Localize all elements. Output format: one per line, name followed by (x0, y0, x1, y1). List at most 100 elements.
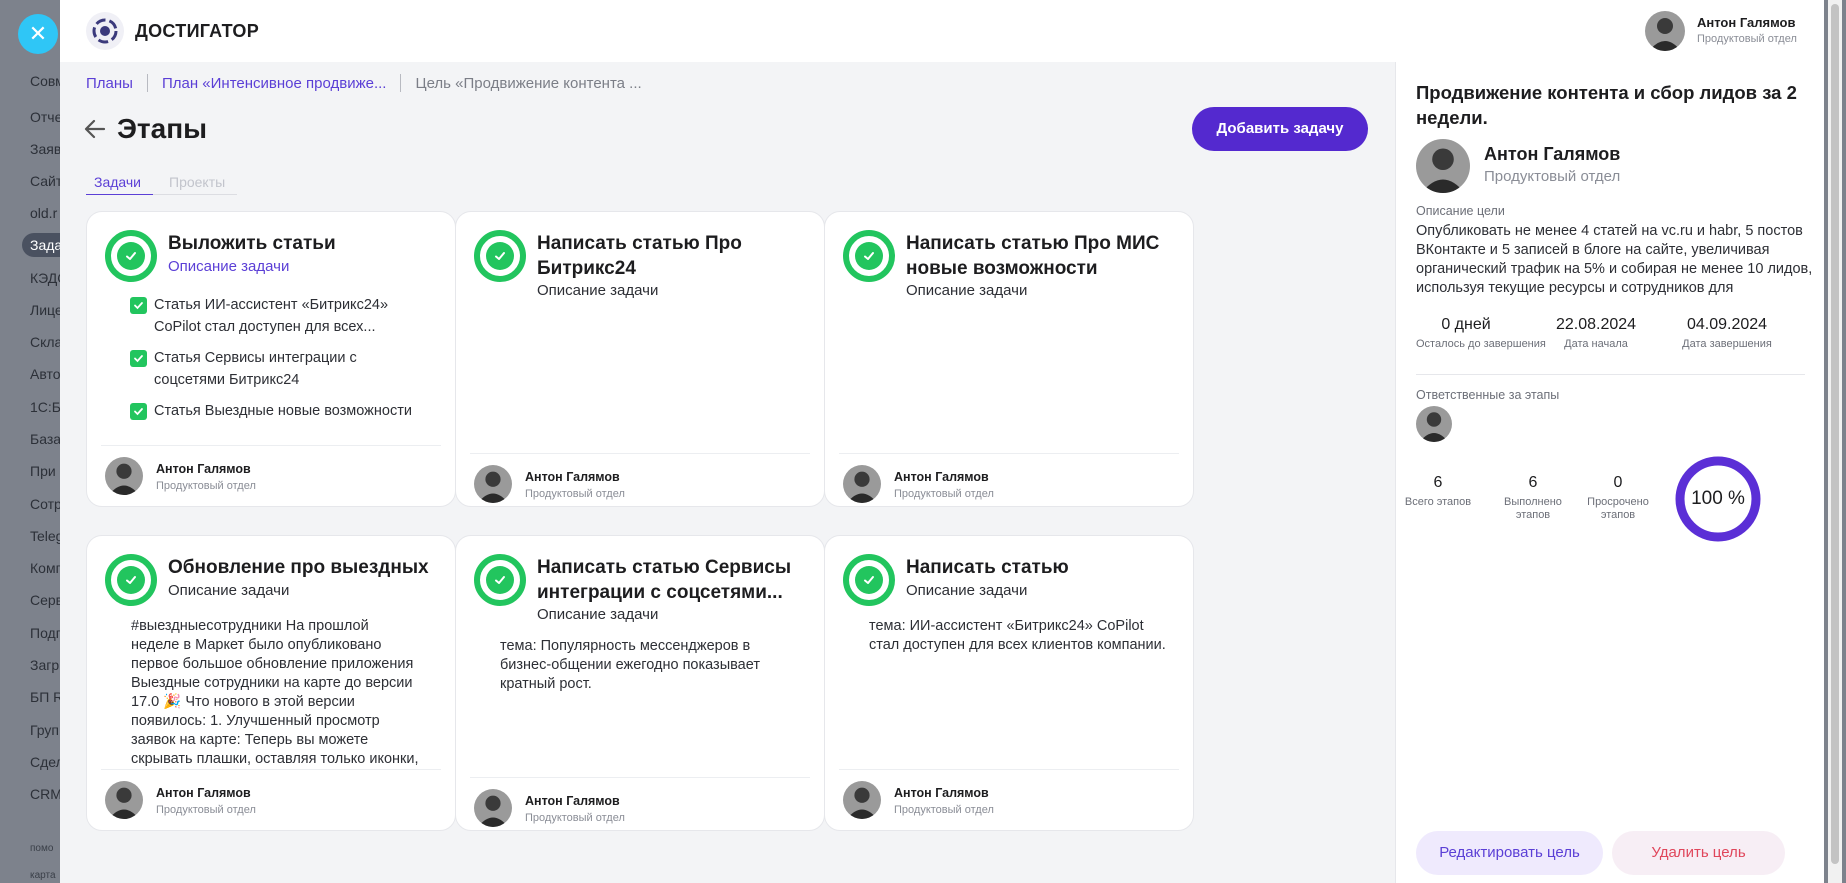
app-logo-icon (86, 12, 124, 50)
background-menu-item: БП R (30, 689, 60, 705)
card-description: Описание задачи (168, 582, 290, 599)
background-menu-item: База (30, 431, 60, 447)
card-title: Написать статью Про МИС новые возможност… (906, 233, 1160, 279)
card-body-text: тема: ИИ-ассистент «Битрикс24» CoPilot с… (869, 618, 1166, 653)
card-title: Написать статью Про Битрикс24 (537, 233, 742, 279)
avatar[interactable] (474, 789, 512, 827)
background-menu-item: Загр (30, 657, 60, 673)
stat-overdue-stages: 0 Просрочено этапов (1587, 474, 1649, 521)
app-title: ДОСТИГАТОР (135, 21, 260, 41)
goal-details-panel: Продвижение контента и сбор лидов за 2 н… (1395, 62, 1824, 883)
delete-goal-button[interactable]: Удалить цель (1612, 831, 1785, 875)
checkbox-checked-icon[interactable] (130, 297, 147, 314)
close-icon: ✕ (28, 21, 48, 46)
user-department: Продуктовый отдел (1697, 33, 1797, 45)
background-footer-item: карта (30, 870, 56, 881)
breadcrumb-plans[interactable]: Планы (86, 75, 133, 92)
card-user-dept: Продуктовый отдел (894, 804, 994, 816)
close-slider-button[interactable]: ✕ (18, 14, 58, 54)
status-done-icon (105, 230, 157, 282)
background-menu-item: Комп (30, 560, 60, 576)
avatar[interactable] (105, 457, 143, 495)
avatar[interactable] (843, 465, 881, 503)
task-card[interactable]: Обновление про выездных Описание задачи … (86, 535, 456, 831)
background-footer-item: помо (30, 843, 54, 854)
owner-dept: Продуктовый отдел (1484, 168, 1621, 185)
avatar[interactable] (474, 465, 512, 503)
background-menu-item: Совм (30, 73, 60, 89)
card-description: Описание задачи (906, 582, 1028, 599)
owner-avatar[interactable] (1416, 139, 1470, 193)
goal-title: Продвижение контента и сбор лидов за 2 н… (1416, 82, 1797, 128)
background-sidebar: Совм Отче Заяв Сайт old.r Зада КЭДО Лице… (0, 0, 60, 883)
card-title: Написать статью (906, 557, 1069, 578)
breadcrumb-separator (400, 74, 402, 92)
edit-goal-button[interactable]: Редактировать цель (1416, 831, 1603, 875)
page-title: Этапы (117, 113, 208, 144)
background-menu-item: Отче (30, 109, 60, 125)
breadcrumb-plan[interactable]: План «Интенсивное продвиже... (162, 75, 387, 92)
checklist-item[interactable]: Статья ИИ-ассистент «Битрикс24» CoPilot … (130, 294, 430, 338)
card-title: Обновление про выездных (168, 557, 429, 578)
avatar[interactable] (843, 781, 881, 819)
tab-tasks[interactable]: Задачи (86, 174, 154, 195)
status-done-icon (474, 230, 526, 282)
task-card[interactable]: Написать статью Про МИС новые возможност… (824, 211, 1194, 507)
stat-start-date: 22.08.2024 Дата начала (1555, 316, 1637, 350)
responsible-label: Ответственные за этапы (1416, 388, 1560, 402)
back-arrow-icon[interactable] (82, 116, 108, 142)
checkbox-checked-icon[interactable] (130, 403, 147, 420)
card-user-name: Антон Галямов (156, 786, 251, 800)
status-done-icon (105, 554, 157, 606)
scrollbar-thumb[interactable] (1831, 4, 1839, 864)
status-done-icon (843, 554, 895, 606)
background-menu-item: Серв (30, 592, 60, 608)
card-user-dept: Продуктовый отдел (525, 812, 625, 824)
user-avatar[interactable] (1645, 11, 1685, 51)
responsible-avatar[interactable] (1416, 406, 1452, 442)
background-menu-item: Груп (30, 722, 60, 738)
status-done-icon (843, 230, 895, 282)
background-menu-item: 1С:Б (30, 399, 60, 415)
breadcrumb-goal: Цель «Продвижение контента ... (415, 74, 642, 92)
task-card[interactable]: Написать статью Описание задачи тема: ИИ… (824, 535, 1194, 831)
task-card[interactable]: Написать статью Сервисы интеграции с соц… (455, 535, 825, 831)
add-task-button[interactable]: Добавить задачу (1192, 107, 1368, 151)
card-user-name: Антон Галямов (894, 470, 989, 484)
card-user-dept: Продуктовый отдел (156, 804, 256, 816)
background-menu-item: Сотр (30, 496, 60, 512)
card-user-name: Антон Галямов (525, 470, 620, 484)
card-user-name: Антон Галямов (525, 794, 620, 808)
stat-total-stages: 6 Всего этапов (1404, 474, 1472, 508)
card-user-dept: Продуктовый отдел (894, 488, 994, 500)
stat-completed-stages: 6 Выполнено этапов (1504, 474, 1562, 521)
card-description-link[interactable]: Описание задачи (168, 258, 289, 275)
breadcrumb: Планы План «Интенсивное продвиже... Цель… (86, 74, 642, 92)
checklist-item[interactable]: Статья Выездные новые возможности (130, 400, 430, 422)
background-menu-item: Сайт (30, 173, 60, 189)
checklist-item[interactable]: Статья Сервисы интеграции с соцсетями Би… (130, 347, 430, 391)
background-menu-item: КЭДО (30, 270, 60, 286)
task-card[interactable]: Выложить статьи Описание задачи Статья И… (86, 211, 456, 507)
task-card[interactable]: Написать статью Про Битрикс24 Описание з… (455, 211, 825, 507)
card-body-text: тема: Популярность мессенджеров в бизнес… (500, 638, 760, 692)
card-user-dept: Продуктовый отдел (525, 488, 625, 500)
status-done-icon (474, 554, 526, 606)
slider-panel: ДОСТИГАТОР Антон Галямов Продуктовый отд… (60, 0, 1824, 883)
tab-projects[interactable]: Проекты (161, 174, 238, 195)
background-menu-item: Лице (30, 302, 60, 318)
background-menu-item: Авто (30, 366, 60, 382)
checkbox-checked-icon[interactable] (130, 350, 147, 367)
breadcrumb-separator (146, 74, 148, 92)
background-menu-item: При (30, 463, 56, 479)
checklist-item-label: Статья ИИ-ассистент «Битрикс24» CoPilot … (154, 297, 389, 335)
card-description: Описание задачи (537, 606, 659, 623)
background-menu-item: Teleg (30, 528, 60, 544)
checklist-item-label: Статья Выездные новые возможности (154, 403, 412, 419)
card-description: Описание задачи (906, 282, 1028, 299)
card-user-name: Антон Галямов (156, 462, 251, 476)
top-bar: ДОСТИГАТОР Антон Галямов Продуктовый отд… (60, 0, 1824, 63)
background-menu-item: Заяв (30, 141, 60, 157)
avatar[interactable] (105, 781, 143, 819)
background-menu-item: Скла (30, 334, 60, 350)
